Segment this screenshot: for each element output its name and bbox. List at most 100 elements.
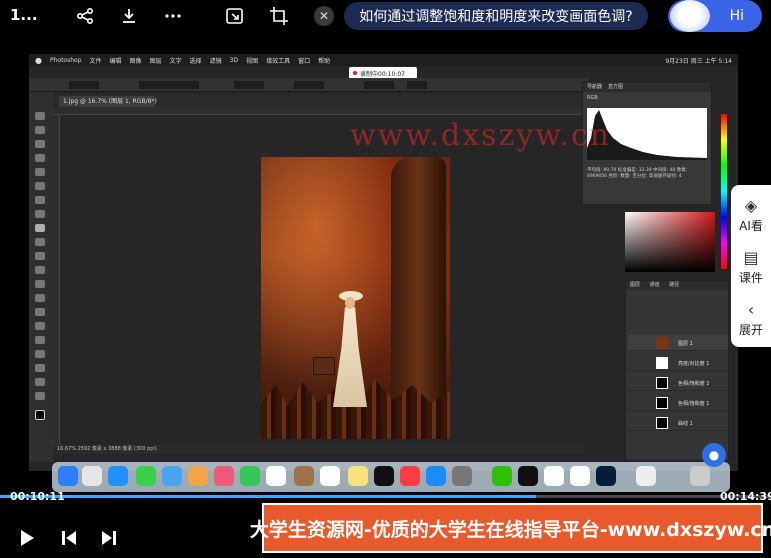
layer-row: 亮度/对比度 1 [628,355,728,371]
ai-watch-button[interactable]: ◈ AI看 [731,197,771,234]
tab-layers: 图层 [630,282,641,288]
calendar-icon [266,466,286,486]
face [345,297,355,309]
magic-wand-tool-icon [35,154,45,162]
dodge-tool-icon [35,308,45,316]
mail-icon [162,466,182,486]
system-settings-icon [452,466,472,486]
tv-icon [374,466,394,486]
hue-slider [721,114,727,269]
play-icon[interactable] [18,528,36,553]
menu-item: 选择 [189,57,202,65]
frame-tool-icon [35,182,45,190]
finder-icon [58,466,78,486]
layer-row: 色相/饱和度 2 [628,375,728,391]
courseware-button[interactable]: ▤ 课件 [731,249,771,286]
expand-button[interactable]: ‹ 展开 [731,301,771,338]
downloads-icon [636,466,656,486]
options-field [364,81,394,89]
crop-icon[interactable] [268,5,290,27]
menu-item: 图像 [129,57,142,65]
woman-figure [333,307,367,407]
courseware-icon: ▤ [743,248,759,267]
launchpad-icon [82,466,102,486]
crop-tool-icon [35,168,45,176]
chat-bubble-icon[interactable]: ● [702,443,726,467]
record-dot-icon [353,71,357,75]
chrome-icon [544,466,564,486]
layer-row: 曲线 1 [628,415,728,431]
video-title[interactable]: 1... [10,6,38,24]
facetime-icon [240,466,260,486]
options-field [407,81,427,89]
document-tab: 1.jpg @ 16.7% (图层 1, RGB/8*) [59,96,157,107]
document-tabs: 1.jpg @ 16.7% (图层 1, RGB/8*) [53,94,583,108]
photoshop-icon [596,466,616,486]
wechat-icon [492,466,512,486]
trash-icon [690,466,710,486]
layer-row: 图层 1 [628,335,728,351]
lasso-tool-icon [35,140,45,148]
mac-clock: 9月23日 周三 上午 5:14 [665,58,732,65]
download-icon[interactable] [118,5,140,27]
more-icon[interactable] [162,5,184,27]
gradient-tool-icon [35,280,45,288]
options-field [234,81,264,89]
hand-tool-icon [35,378,45,386]
eraser-tool-icon [35,266,45,274]
reminders-icon [320,466,340,486]
horizontal-ruler [53,108,583,115]
layer-thumbnail [656,417,668,429]
pen-tool-icon [35,322,45,330]
total-time: 00:14:39 [720,490,771,503]
app-store-icon [426,466,446,486]
zoom-tool-icon [35,392,45,400]
path-select-tool-icon [35,350,45,358]
mac-dock [52,462,730,492]
progress-bar[interactable] [0,495,771,498]
menu-item: 图层 [149,57,162,65]
player-top-bar: 1... ✕ 如何通过调整饱和度和明度来改变画面色调? Hi [0,0,771,32]
messages-icon [136,466,156,486]
eyedropper-tool-icon [35,196,45,204]
layer-thumbnail [656,337,668,349]
safari-icon [108,466,128,486]
pip-icon[interactable] [224,5,246,27]
contacts-icon [294,466,314,486]
tab-paths: 路径 [669,282,680,288]
ai-watch-label: AI看 [739,219,763,233]
stamp-tool-icon [35,238,45,246]
courseware-label: 课件 [738,271,763,285]
photos-icon [214,466,234,486]
status-bar: 16.67% 2592 像素 x 3888 像素 (300 ppi) [53,445,583,454]
menu-item: 帮助 [318,57,331,65]
mac-menu-bar: ● Photoshop 文件 编辑 图像 图层 文字 选择 滤镜 3D 视图 增… [29,54,738,66]
edited-photo [261,157,450,439]
menu-item: 文件 [89,57,102,65]
screen-recording: ● Photoshop 文件 编辑 图像 图层 文字 选择 滤镜 3D 视图 增… [29,54,738,471]
site-banner: 大学生资源网-优质的大学生在线指导平台-www.dxszyw.cn [250,503,771,553]
menu-item: 增效工具 [266,57,291,65]
options-field [294,81,324,89]
assistant-avatar[interactable] [670,0,710,32]
healing-tool-icon [35,210,45,218]
apple-icon: ● [35,55,42,65]
share-icon[interactable] [74,5,96,27]
histogram-channel: RGB [587,95,598,101]
side-panel: ◈ AI看 ▤ 课件 ‹ 展开 [731,185,771,347]
tools-panel [29,92,53,462]
menu-item: 滤镜 [209,57,222,65]
menu-item: 编辑 [109,57,122,65]
previous-icon[interactable] [60,528,78,553]
close-question-button[interactable]: ✕ [314,6,334,26]
suggested-question[interactable]: 如何通过调整饱和度和明度来改变画面色调? [344,2,648,30]
menu-item: 3D [229,56,239,64]
tab-navigator: 导航器 [587,84,603,90]
expand-label: 展开 [738,323,763,337]
histogram-tabs: 导航器 直方图 [583,82,711,92]
blur-tool-icon [35,294,45,302]
layer-row: 色相/饱和度 1 [628,395,728,411]
next-icon[interactable] [100,528,118,553]
layers-panel: 图层 通道 路径 图层 1 亮度/对比度 1 色相/饱和度 2 色相/饱和度 1 [625,280,729,461]
menu-item: 视图 [246,57,259,65]
